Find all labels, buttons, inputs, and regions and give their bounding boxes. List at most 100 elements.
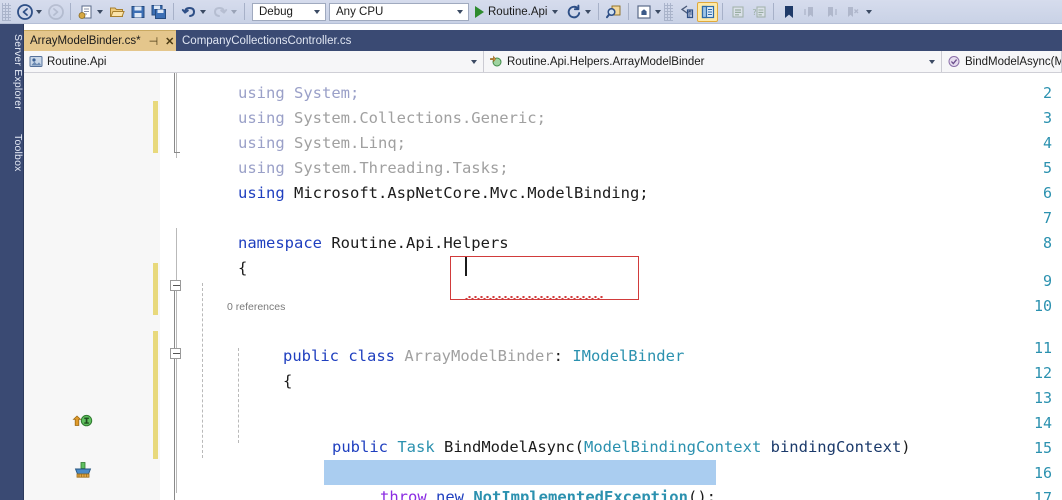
code-line-10: { [227,344,292,390]
toolbar-separator-5 [628,3,630,20]
undo-button[interactable] [178,2,199,22]
redo-button[interactable] [209,2,230,22]
code-token-paren-open: ( [574,438,584,456]
toolbar-overflow-caret[interactable] [866,9,873,14]
line-number: 10 [1033,297,1052,315]
fold-toggle-class[interactable] [170,348,181,359]
new-item-button[interactable] [75,2,96,22]
toolbar-separator-2 [173,3,174,20]
toggle-bookmark-button[interactable] [778,2,799,22]
solution-platform-caret[interactable] [457,9,463,14]
codelens-references[interactable]: 0 references [227,301,285,313]
code-line-13: throw new NotImplementedException(); [324,460,716,500]
line-number: 12 [1033,364,1052,382]
svg-text:?: ? [752,8,757,17]
cleanup-broom-glyph[interactable] [72,461,94,479]
line-number: 14 [1033,414,1052,432]
line-number: 1 [982,73,1052,81]
fold-bracket-namespace [174,283,180,500]
solution-configuration-combo[interactable]: Debug [252,2,326,21]
code-line-12: { [276,435,341,481]
toolbox-button[interactable] [697,1,719,22]
sidebar-item-toolbox[interactable]: Toolbox [0,128,24,172]
code-token-paren-close: ) [901,438,911,456]
toolbar-separator-7 [773,3,775,20]
pin-icon[interactable]: ⊣ [149,35,159,48]
project-icon [29,55,43,68]
save-button[interactable] [127,2,148,22]
start-target-label: Routine.Api [488,5,548,18]
line-number: 8 [1042,234,1052,252]
toolbar-grip-2[interactable] [664,2,674,21]
tab-company-collections-controller[interactable]: CompanyCollectionsController.cs [176,30,358,51]
refresh-button[interactable] [563,2,584,22]
tab-array-model-binder[interactable]: ArrayModelBinder.cs* ⊣ ✕ [24,30,181,51]
code-token-param-type: ModelBindingContext [584,438,762,456]
navigate-backward-caret[interactable] [36,9,42,14]
code-line-7: namespace Routine.Api.Helpers [182,206,509,252]
code-navigation-bar: Routine.Api Routine.Api.Helpers.ArrayMod… [24,51,1062,73]
navbar-type-dropdown[interactable]: Routine.Api.Helpers.ArrayModelBinder [484,51,942,72]
navbar-type-caret[interactable] [929,59,935,64]
toolbar-separator-4 [598,3,600,20]
output-window-button[interactable]: ? [748,2,769,22]
start-debug-button[interactable]: Routine.Api [475,5,561,18]
refresh-caret[interactable] [585,9,592,14]
code-token-method-name: BindModelAsync [444,438,575,456]
clear-bookmarks-button[interactable] [841,2,862,22]
fold-toggle-namespace[interactable] [170,280,181,291]
sidebar-item-server-explorer[interactable]: Server Explorer [0,28,24,110]
find-in-files-button[interactable] [603,2,624,22]
toolbar-separator-3 [244,3,245,20]
navigate-forward-button[interactable] [45,2,66,22]
play-icon [475,5,484,18]
method-icon [947,55,961,68]
change-bar-lines-9-10 [153,263,158,315]
toolbar-separator-6 [722,3,724,20]
undo-caret[interactable] [200,9,206,14]
code-token-return-type: Task [388,438,444,456]
line-number: 2 [1042,84,1052,102]
line-number: 17 [1033,489,1052,500]
code-editor[interactable]: 1 2 3 4 5 6 7 8 9 10 11 12 13 14 15 16 1… [24,73,1062,500]
navbar-project-dropdown[interactable]: Routine.Api [24,51,484,72]
fold-guide-class [202,283,203,458]
tab-label-inactive: CompanyCollectionsController.cs [182,34,352,47]
toolbar-drag-grip[interactable] [2,2,11,21]
editor-glyph-margin[interactable] [24,73,74,500]
solution-platform-combo[interactable]: Any CPU [329,2,469,21]
code-token-call-tail: (); [687,488,716,500]
previous-bookmark-button[interactable] [799,2,820,22]
line-number: 3 [1042,109,1052,127]
line-number: 11 [1033,339,1052,357]
next-bookmark-button[interactable] [820,2,841,22]
solution-configuration-caret[interactable] [314,9,320,14]
start-target-caret[interactable] [552,9,559,14]
close-icon[interactable]: ✕ [165,35,174,48]
line-number: 9 [1042,272,1052,290]
code-token-namespace: Routine.Api.Helpers [322,234,509,252]
new-item-caret[interactable] [97,9,103,14]
toolbar-separator [70,3,71,20]
implements-interface-glyph[interactable] [72,413,94,431]
solution-explorer-button[interactable] [633,2,654,22]
navbar-type-value: Routine.Api.Helpers.ArrayModelBinder [507,55,705,68]
solution-platform-value: Any CPU [336,5,384,18]
save-all-button[interactable] [148,2,169,22]
tab-label-active: ArrayModelBinder.cs* [30,35,141,47]
navbar-member-dropdown[interactable]: BindModelAsync(M [942,51,1062,72]
change-bar-lines-4-5 [153,101,158,153]
open-file-button[interactable] [106,2,127,22]
left-dock-panel: Server Explorer Toolbox [0,24,24,500]
navbar-project-caret[interactable] [471,59,477,64]
error-list-button[interactable] [727,2,748,22]
redo-caret[interactable] [231,9,237,14]
solution-explorer-caret[interactable] [655,9,662,14]
visual-studio-window: Debug Any CPU Routine.Api ? Server Explo… [0,0,1062,500]
code-token-namespace: Microsoft.AspNetCore.Mvc.ModelBinding; [284,184,649,202]
properties-window-button[interactable] [676,2,697,22]
navigate-backward-button[interactable] [14,2,35,22]
code-line-14: } [276,485,341,500]
fold-bracket-usings [174,73,180,153]
code-token-interface-name: IModelBinder [572,347,685,365]
